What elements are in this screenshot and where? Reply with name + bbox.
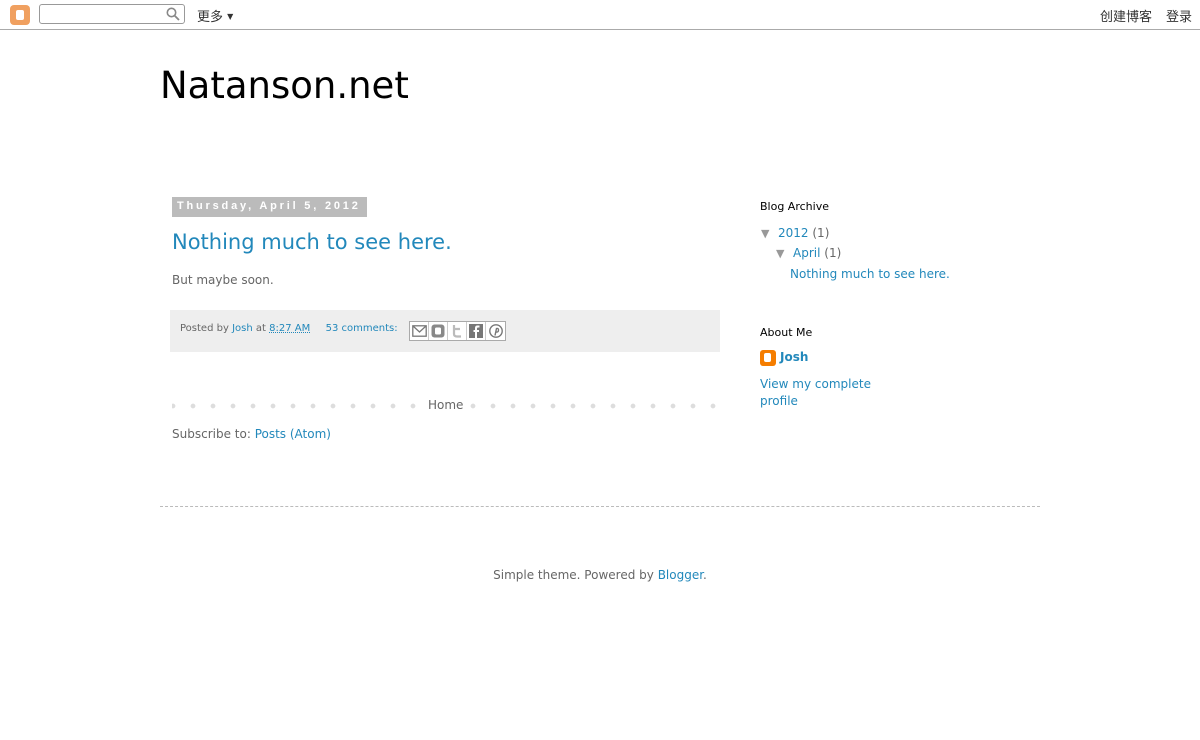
subscribe-label: Subscribe to: (172, 427, 251, 441)
more-menu-button[interactable]: 更多 ▼ (197, 6, 233, 25)
footer-credit: Simple theme. Powered by Blogger. (0, 568, 1200, 582)
archive-month: April (1) (793, 246, 841, 260)
email-icon[interactable] (410, 322, 429, 340)
footer-divider (160, 506, 1040, 507)
blog-pager: Home (172, 398, 718, 412)
blog-title[interactable]: Natanson.net (160, 64, 409, 107)
posts-atom-link[interactable]: Posts (Atom) (255, 427, 331, 441)
profile-name-link[interactable]: Josh (780, 350, 808, 364)
share-buttons (409, 321, 506, 341)
blogger-logo-icon[interactable] (10, 5, 30, 25)
archive-post-link[interactable]: Nothing much to see here. (790, 267, 950, 281)
login-link[interactable]: 登录 (1166, 6, 1192, 25)
year-toggle-icon[interactable]: ▼ (761, 227, 769, 240)
posted-by-label: Posted by (180, 323, 229, 334)
blogger-profile-icon (760, 350, 776, 366)
comments-link[interactable]: 53 comments: (326, 323, 398, 334)
post-timestamp-link[interactable]: 8:27 AM (269, 323, 310, 334)
home-link[interactable]: Home (422, 398, 470, 412)
caret-down-icon: ▼ (227, 12, 234, 21)
more-menu-label: 更多 (197, 10, 224, 25)
blog-archive-title: Blog Archive (760, 200, 829, 213)
subscribe-links: Subscribe to: Posts (Atom) (172, 427, 331, 441)
footer-credit-text: Simple theme. Powered by (493, 568, 654, 582)
post-title-link[interactable]: Nothing much to see here. (172, 230, 452, 254)
view-profile-link[interactable]: View my complete profile (760, 376, 890, 410)
pinterest-icon[interactable] (486, 322, 505, 340)
search-input[interactable] (39, 4, 185, 24)
date-header: Thursday, April 5, 2012 (172, 197, 367, 217)
archive-year-link[interactable]: 2012 (778, 226, 809, 240)
archive-year: 2012 (1) (778, 226, 829, 240)
archive-month-count: (1) (824, 246, 842, 260)
footer-credit-suffix: . (703, 568, 707, 582)
about-me-title: About Me (760, 326, 813, 339)
author-link[interactable]: Josh (232, 323, 253, 334)
post-footer: Posted by Josh at 8:27 AM 53 comments: (170, 310, 720, 352)
facebook-icon[interactable] (467, 322, 486, 340)
blogger-navbar: 更多 ▼ 创建博客 登录 (0, 0, 1200, 30)
post-body: But maybe soon. (172, 273, 274, 287)
twitter-icon[interactable] (448, 322, 467, 340)
create-blog-link[interactable]: 创建博客 (1100, 6, 1152, 25)
at-label: at (255, 323, 266, 334)
archive-year-count: (1) (812, 226, 830, 240)
post-meta: Posted by Josh at 8:27 AM 53 comments: (180, 323, 398, 334)
blogger-link[interactable]: Blogger (658, 568, 703, 582)
archive-month-link[interactable]: April (793, 246, 820, 260)
search-icon[interactable] (166, 7, 180, 21)
blogthis-icon[interactable] (429, 322, 448, 340)
month-toggle-icon[interactable]: ▼ (776, 247, 784, 260)
